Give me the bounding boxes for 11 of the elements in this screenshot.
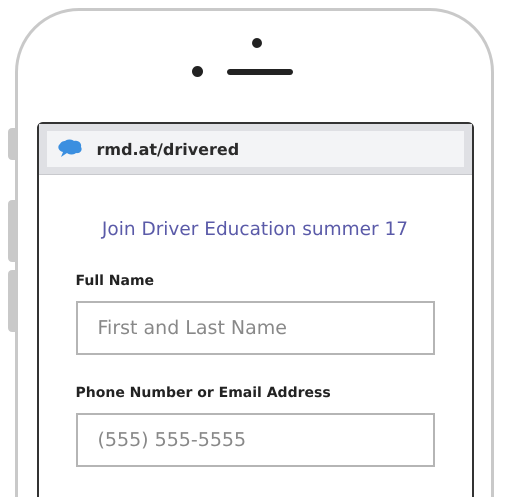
input-field[interactable]: (555) 555-5555 [76,413,434,467]
url-text: rmd.at/drivered [96,140,240,158]
speaker-icon [227,68,293,74]
field-label: Full Name [76,273,156,289]
sensor-icon [192,66,203,77]
speech-bubble-icon [56,139,82,159]
camera-icon [252,38,262,48]
address-field[interactable]: rmd.at/drivered [46,131,464,167]
form-title: Join Driver Education summer 17 [100,219,410,240]
field-label: Phone Number or Email Address [76,385,332,401]
input-field[interactable]: First and Last Name [76,301,434,355]
